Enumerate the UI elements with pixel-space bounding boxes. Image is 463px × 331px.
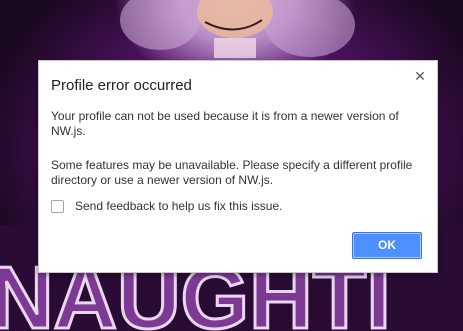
close-icon[interactable]: ✕ [412,68,428,84]
dialog-title: Profile error occurred [51,77,192,94]
ok-button[interactable]: OK [352,232,422,259]
error-message: Your profile can not be used because it … [51,109,399,138]
profile-error-dialog: Profile error occurred ✕ Your profile ca… [38,60,438,273]
feedback-checkbox[interactable] [51,199,64,213]
feedback-option[interactable]: Send feedback to help us fix this issue. [51,199,282,213]
feedback-label[interactable]: Send feedback to help us fix this issue. [75,199,282,213]
info-message: Some features may be unavailable. Please… [51,158,413,187]
